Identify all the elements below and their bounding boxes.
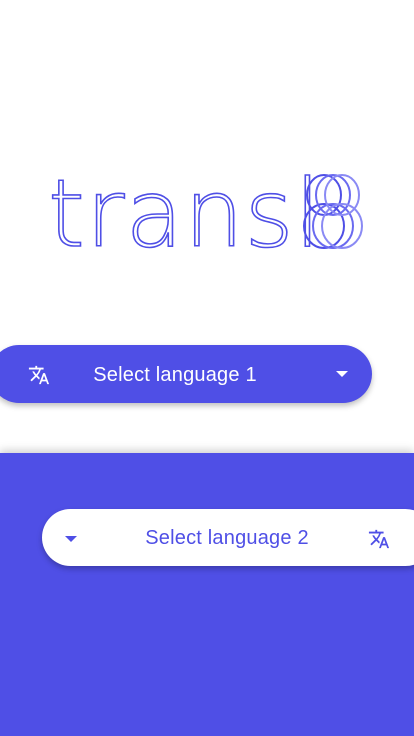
translate-icon bbox=[368, 529, 390, 549]
language-2-label: Select language 2 bbox=[145, 527, 309, 549]
app-logo: transl bbox=[0, 150, 414, 270]
logo-graphic: transl bbox=[47, 159, 363, 270]
language-1-label: Select language 1 bbox=[93, 364, 257, 386]
app-screen: transl Select language 1 Select language… bbox=[0, 0, 414, 736]
logo-wordmark: transl bbox=[48, 160, 322, 269]
language-2-selector[interactable]: Select language 2 bbox=[42, 509, 414, 566]
caret-down-icon bbox=[65, 536, 77, 542]
language-1-selector[interactable]: Select language 1 bbox=[0, 345, 372, 403]
caret-down-icon bbox=[336, 371, 348, 377]
target-language-panel bbox=[0, 453, 414, 736]
translate-icon bbox=[28, 365, 50, 385]
